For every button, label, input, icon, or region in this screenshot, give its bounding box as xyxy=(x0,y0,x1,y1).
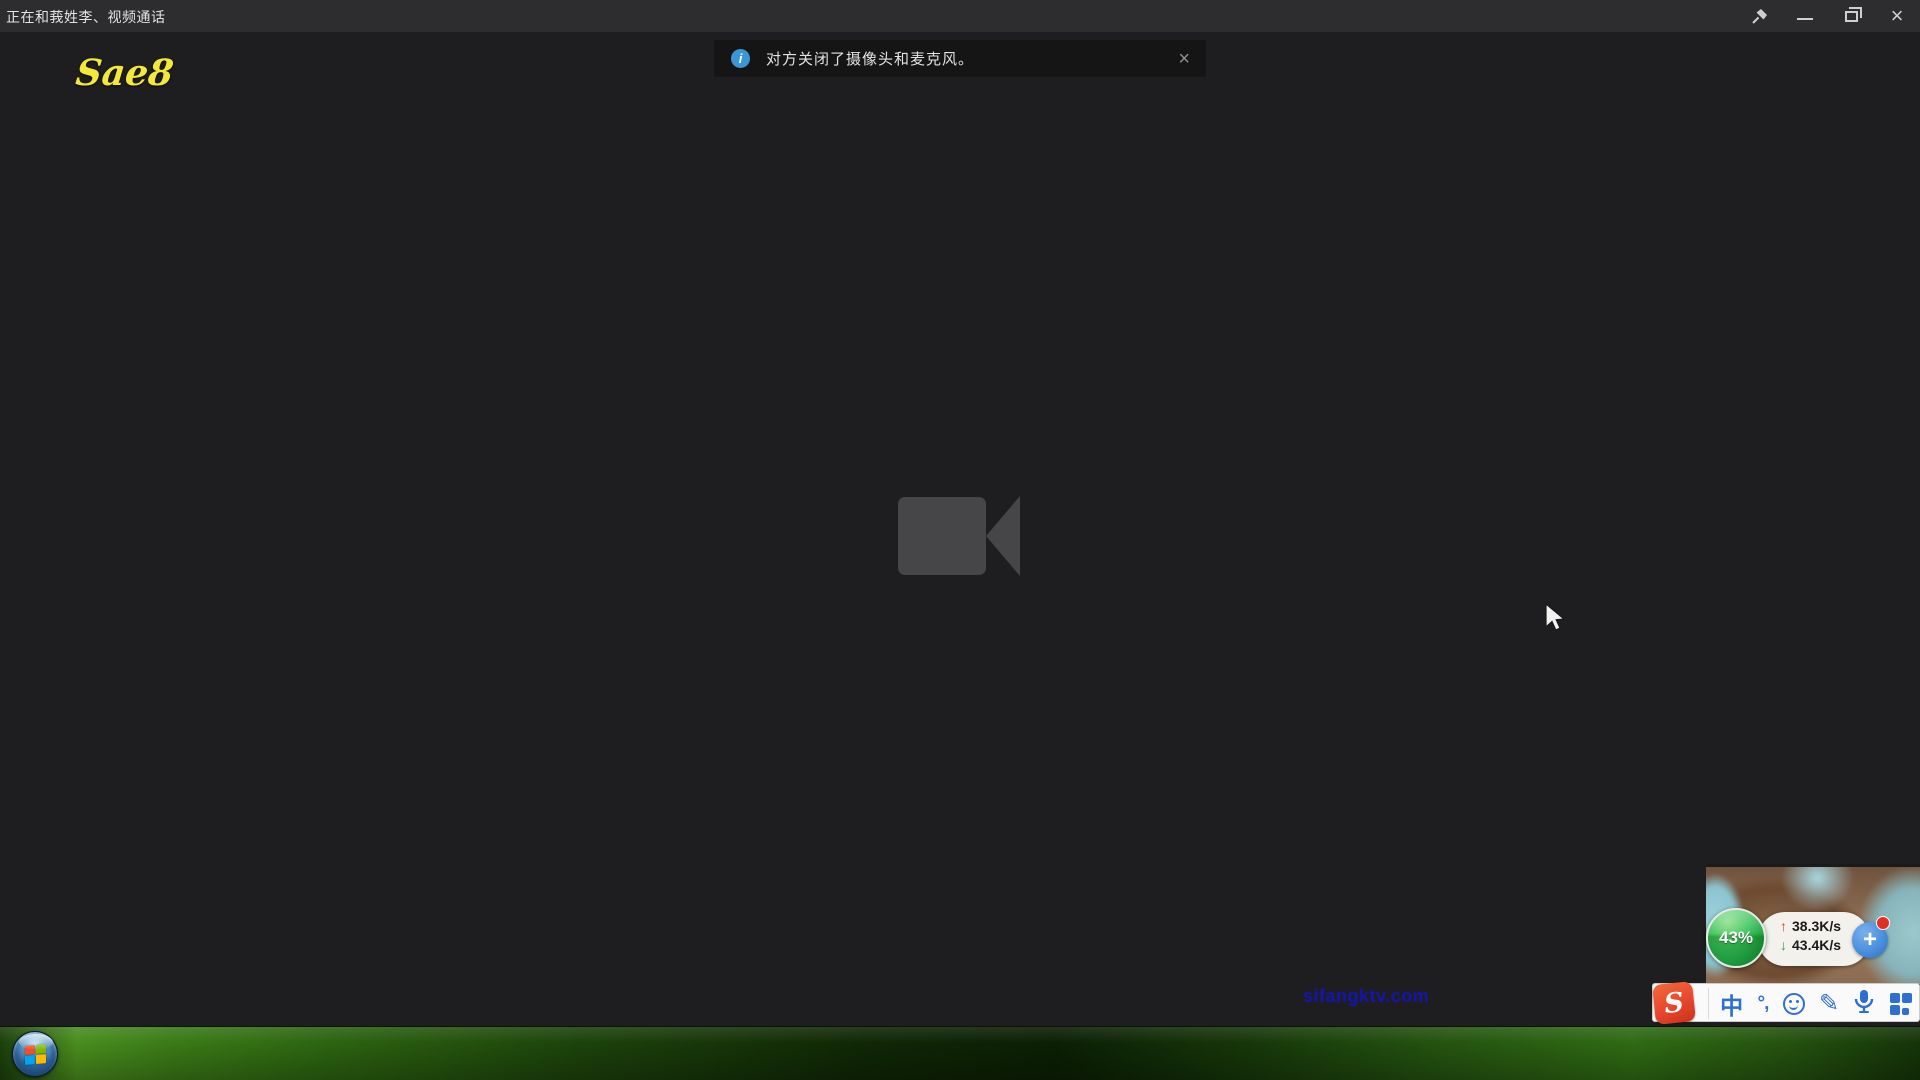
chinese-mode-toggle[interactable]: 中 xyxy=(1720,987,1743,1021)
handwriting-icon[interactable]: ✎ xyxy=(1819,992,1839,1016)
download-arrow-icon: ↓ xyxy=(1780,937,1787,953)
grid-square xyxy=(1902,993,1912,1003)
flag-pane xyxy=(36,1044,46,1054)
window-titlebar: 正在和莪姓李、视频通话 × xyxy=(0,0,1920,32)
minimize-button[interactable] xyxy=(1782,0,1828,32)
camera-lens-shape xyxy=(986,496,1020,576)
maximize-button[interactable] xyxy=(1828,0,1874,32)
memory-usage-percent: 43% xyxy=(1719,928,1753,948)
video-call-area: Sae8 i 对方关闭了摄像头和麦克风。 × sifangktv.com ↑ 3… xyxy=(0,32,1920,1026)
flag-pane xyxy=(25,1045,35,1055)
notification-banner: i 对方关闭了摄像头和麦克风。 × xyxy=(714,40,1206,77)
window-title: 正在和莪姓李、视频通话 xyxy=(6,7,166,27)
watermark-text: sifangktv.com xyxy=(1303,986,1429,1007)
camera-off-icon xyxy=(898,496,1020,576)
ime-icon-row: 中 °, ✎ xyxy=(1713,984,1919,1023)
upload-arrow-icon: ↑ xyxy=(1780,918,1787,934)
window-controls: × xyxy=(1736,0,1920,32)
grid-square xyxy=(1890,993,1900,1003)
app-logo: Sae8 xyxy=(74,52,176,94)
smiley-mouth xyxy=(1789,1005,1798,1010)
pushpin-icon xyxy=(1751,8,1768,25)
notification-text: 对方关闭了摄像头和麦克风。 xyxy=(766,48,1178,69)
punctuation-toggle[interactable]: °, xyxy=(1757,993,1768,1015)
upload-row: ↑ 38.3K/s xyxy=(1780,918,1841,934)
restore-icon xyxy=(1845,11,1858,22)
flag-pane xyxy=(36,1054,46,1064)
sogou-logo-icon[interactable]: S xyxy=(1652,981,1696,1025)
voice-input-icon[interactable] xyxy=(1853,989,1875,1018)
pin-window-button[interactable] xyxy=(1736,0,1782,32)
mouse-cursor xyxy=(1545,603,1567,638)
ime-separator xyxy=(1708,988,1709,1019)
info-icon: i xyxy=(731,49,750,68)
ime-toolbox-icon[interactable] xyxy=(1890,993,1912,1015)
network-monitor-widget[interactable]: ↑ 38.3K/s ↓ 43.4K/s 43% + xyxy=(1706,908,1886,970)
upload-speed: 38.3K/s xyxy=(1792,918,1841,934)
sogou-logo-letter: S xyxy=(1663,987,1686,1020)
grid-square xyxy=(1902,1008,1909,1015)
minimize-icon xyxy=(1797,18,1813,20)
emoji-picker-icon[interactable] xyxy=(1783,993,1805,1015)
speed-rows: ↑ 38.3K/s ↓ 43.4K/s xyxy=(1780,918,1841,953)
notification-close-icon[interactable]: × xyxy=(1178,49,1190,69)
notification-dot xyxy=(1876,916,1890,930)
flag-pane xyxy=(25,1055,35,1065)
ime-toolbar: S 中 °, ✎ xyxy=(1652,983,1920,1022)
windows-flag-icon xyxy=(25,1044,47,1066)
close-button[interactable]: × xyxy=(1874,0,1920,32)
camera-body-shape xyxy=(898,497,986,575)
memory-usage-ball[interactable]: 43% xyxy=(1706,908,1766,968)
taskbar: e ☁ 2 S 69°C xyxy=(0,1026,1920,1080)
download-row: ↓ 43.4K/s xyxy=(1780,937,1841,953)
smiley-eye xyxy=(1789,1000,1792,1003)
download-speed: 43.4K/s xyxy=(1792,937,1841,953)
start-button[interactable] xyxy=(12,1031,58,1077)
smiley-eye xyxy=(1796,1000,1799,1003)
grid-square xyxy=(1890,1005,1900,1015)
screen: 正在和莪姓李、视频通话 × Sae8 i 对方关闭了摄像头和麦克风。 × sif… xyxy=(0,0,1920,1080)
